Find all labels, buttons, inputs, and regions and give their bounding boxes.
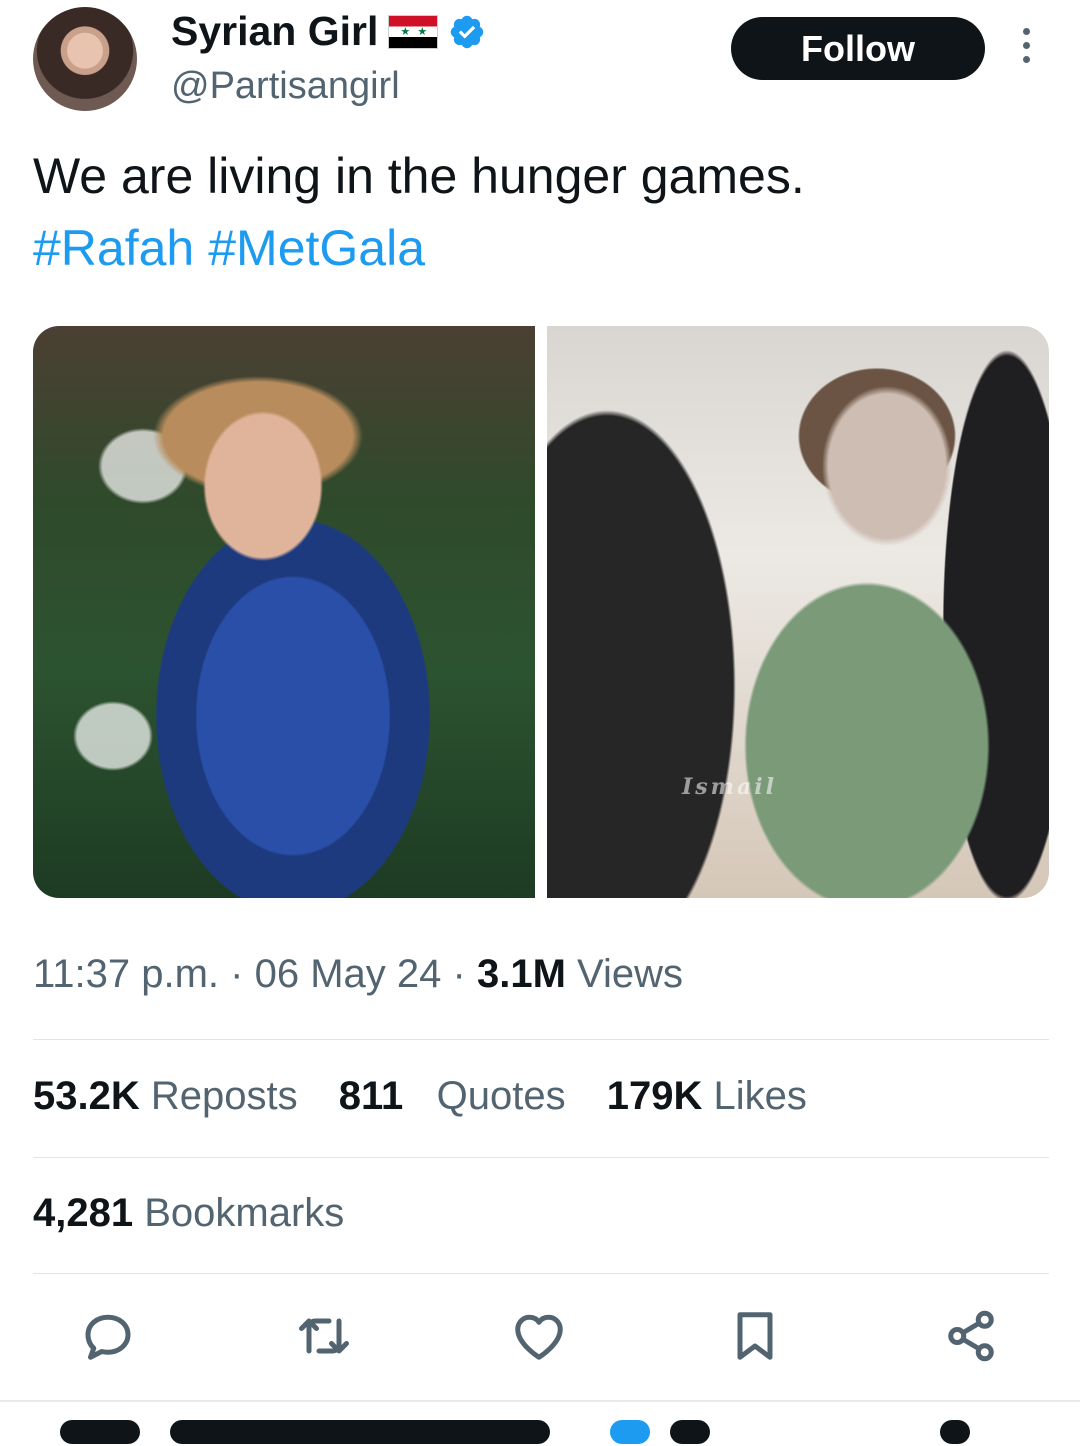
photo-crying-child[interactable]: Ismail xyxy=(547,326,1049,898)
syria-flag-icon: ★ ★ xyxy=(388,14,439,49)
author-name-row[interactable]: Syrian Girl ★ ★ xyxy=(171,8,486,55)
quotes-label: Quotes xyxy=(436,1074,566,1118)
separator: · xyxy=(452,952,466,996)
reply-icon[interactable] xyxy=(78,1306,138,1366)
author-handle[interactable]: @Partisangirl xyxy=(171,65,400,108)
reposts-stat[interactable]: 53.2K Reposts xyxy=(33,1074,298,1118)
photo-met-gala-gown[interactable] xyxy=(33,326,535,898)
action-bar xyxy=(0,1306,1080,1370)
tweet-date[interactable]: 06 May 24 xyxy=(255,952,442,996)
engagement-stats: 53.2K Reposts 811 Quotes 179K Likes xyxy=(33,1074,837,1119)
divider xyxy=(33,1039,1049,1040)
follow-button[interactable]: Follow xyxy=(731,17,985,80)
next-tweet-peek xyxy=(40,1416,1040,1446)
divider xyxy=(33,1273,1049,1274)
quotes-stat[interactable]: 811 Quotes xyxy=(339,1074,566,1118)
likes-label: Likes xyxy=(713,1074,807,1118)
likes-stat[interactable]: 179K Likes xyxy=(607,1074,807,1118)
repost-icon[interactable] xyxy=(294,1306,354,1366)
views-label: Views xyxy=(577,952,684,996)
quotes-count: 811 xyxy=(338,1074,404,1118)
reposts-label: Reposts xyxy=(150,1074,298,1118)
tweet-meta: 11:37 p.m. · 06 May 24 · 3.1M Views xyxy=(33,952,683,997)
bookmarks-label: Bookmarks xyxy=(144,1191,345,1235)
separator: · xyxy=(230,952,244,996)
photo-watermark: Ismail xyxy=(682,774,777,800)
tweet-media[interactable]: Ismail xyxy=(33,326,1049,898)
more-options-icon[interactable] xyxy=(1014,28,1038,70)
share-icon[interactable] xyxy=(941,1306,1001,1366)
bookmarks-stat[interactable]: 4,281 Bookmarks xyxy=(33,1191,344,1236)
hashtag-link[interactable]: #Rafah xyxy=(33,220,194,276)
author-display-name[interactable]: Syrian Girl xyxy=(171,8,378,55)
divider xyxy=(33,1157,1049,1158)
views-count: 3.1M xyxy=(476,952,566,996)
bookmarks-count: 4,281 xyxy=(33,1191,134,1235)
bookmark-icon[interactable] xyxy=(725,1306,785,1366)
tweet-time[interactable]: 11:37 p.m. xyxy=(33,952,219,996)
tweet-text: We are living in the hunger games. xyxy=(33,148,805,204)
avatar[interactable] xyxy=(33,7,137,111)
like-icon[interactable] xyxy=(509,1306,569,1366)
reposts-count: 53.2K xyxy=(33,1074,140,1118)
divider xyxy=(0,1400,1080,1402)
verified-badge-icon xyxy=(451,15,484,48)
tweet-hashtags: #Rafah #MetGala xyxy=(33,212,439,284)
hashtag-link[interactable]: #MetGala xyxy=(208,220,425,276)
likes-count: 179K xyxy=(606,1074,703,1118)
